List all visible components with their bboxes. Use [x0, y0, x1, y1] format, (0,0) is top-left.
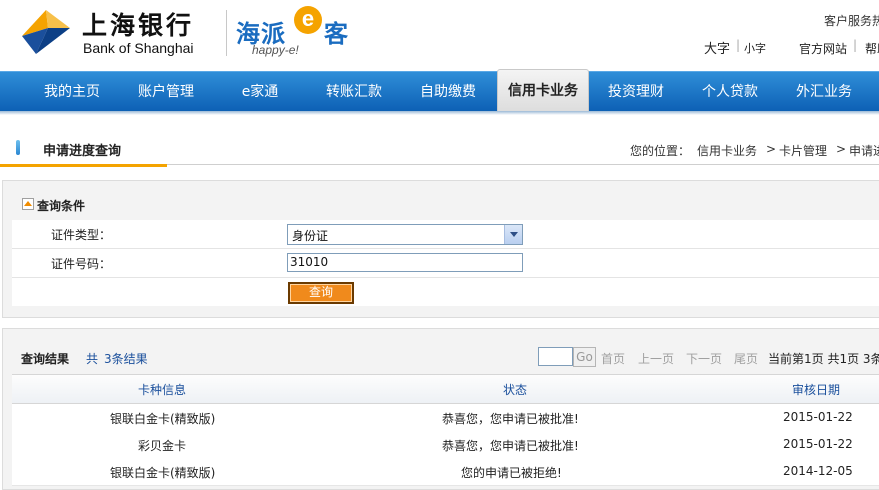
results-title: 查询结果 — [21, 352, 70, 366]
header-separator: | — [736, 38, 741, 52]
id-type-label: 证件类型： — [51, 228, 112, 242]
help-link[interactable]: 帮助 — [865, 40, 879, 57]
breadcrumb-item: 申请进度查询 — [849, 144, 879, 158]
title-accent-line — [0, 164, 167, 167]
main-nav: 我的主页 账户管理 e家通 转账汇款 自助缴费 信用卡业务 投资理财 个人贷款 … — [0, 69, 879, 113]
chevron-down-icon[interactable] — [504, 225, 522, 244]
page-title: 申请进度查询 — [43, 144, 122, 159]
cell-card: 银联白金卡(精致版) — [110, 466, 216, 480]
happy-e-logo-icon: e — [294, 6, 322, 34]
page-number-input[interactable] — [538, 347, 573, 366]
page-go-button[interactable]: Go — [573, 347, 596, 367]
nav-item-accounts[interactable]: 账户管理 — [120, 72, 212, 112]
cell-card: 银联白金卡(精致版) — [110, 412, 216, 426]
logo-divider — [226, 10, 227, 56]
next-page-link[interactable]: 下一页 — [686, 350, 722, 367]
breadcrumb-item[interactable]: 卡片管理 — [779, 142, 827, 159]
cell-date: 2014-12-05 — [783, 464, 853, 478]
id-number-label: 证件号码： — [51, 257, 112, 271]
header-separator: | — [853, 38, 858, 52]
nav-item-forex[interactable]: 外汇业务 — [778, 72, 870, 112]
cell-status: 恭喜您，您申请已被批准! — [442, 439, 579, 453]
happy-e-slogan: happy-e! — [252, 43, 299, 57]
breadcrumb-separator: > — [836, 142, 847, 156]
column-header-card: 卡种信息 — [138, 383, 187, 397]
nav-item-investment[interactable]: 投资理财 — [590, 72, 682, 112]
column-header-date: 审核日期 — [792, 383, 841, 397]
first-page-link[interactable]: 首页 — [601, 350, 625, 367]
id-number-input[interactable]: 31010 — [287, 253, 523, 272]
happy-e-logo-text-2: 客 — [324, 20, 348, 48]
cell-date: 2015-01-22 — [783, 437, 853, 451]
nav-item-transfer[interactable]: 转账汇款 — [308, 72, 400, 112]
query-button[interactable]: 查询 — [288, 282, 354, 304]
id-type-select[interactable]: 身份证 — [287, 224, 523, 245]
cell-status: 恭喜您，您申请已被批准! — [442, 412, 579, 426]
nav-shadow — [0, 111, 879, 115]
table-row: 彩贝金卡 恭喜您，您申请已被批准! 2015-01-22 — [12, 431, 879, 459]
query-title: 查询条件 — [37, 199, 86, 213]
column-header-status: 状态 — [503, 383, 528, 397]
last-page-link[interactable]: 尾页 — [734, 350, 758, 367]
nav-item-payments[interactable]: 自助缴费 — [402, 72, 494, 112]
official-site-link[interactable]: 官方网站 — [799, 40, 847, 57]
prev-page-link[interactable]: 上一页 — [638, 350, 674, 367]
font-large-link[interactable]: 大字 — [704, 38, 730, 57]
bank-name-cn: 上海银行 — [82, 11, 195, 40]
nav-item-credit-card[interactable]: 信用卡业务 — [497, 69, 589, 113]
title-marker-icon — [16, 140, 20, 155]
table-header: 卡种信息 状态 审核日期 — [12, 374, 879, 404]
id-type-value: 身份证 — [292, 229, 329, 243]
breadcrumb-separator: > — [766, 142, 777, 156]
bank-logo-icon — [18, 6, 74, 58]
bank-name-en: Bank of Shanghai — [83, 40, 194, 56]
table-row: 银联白金卡(精致版) 恭喜您，您申请已被批准! 2015-01-22 — [12, 404, 879, 432]
nav-item-home[interactable]: 我的主页 — [26, 72, 118, 112]
table-row: 银联白金卡(精致版) 您的申请已被拒绝! 2014-12-05 — [12, 458, 879, 486]
breadcrumb-item[interactable]: 信用卡业务 — [697, 142, 757, 159]
form-row — [12, 278, 879, 306]
results-count-prefix: 共 — [86, 352, 99, 366]
cell-status: 您的申请已被拒绝! — [461, 466, 562, 480]
font-small-link[interactable]: 小字 — [744, 40, 766, 56]
collapse-icon[interactable] — [22, 198, 34, 210]
results-count: 3条结果 — [104, 352, 148, 366]
nav-item-ehome[interactable]: e家通 — [214, 72, 306, 112]
customer-service-label: 客户服务热 — [824, 14, 879, 28]
cell-date: 2015-01-22 — [783, 410, 853, 424]
page-info: 当前第1页 共1页 3条 — [768, 352, 879, 366]
location-label: 您的位置： — [630, 144, 691, 158]
cell-card: 彩贝金卡 — [138, 439, 187, 453]
nav-item-loans[interactable]: 个人贷款 — [684, 72, 776, 112]
